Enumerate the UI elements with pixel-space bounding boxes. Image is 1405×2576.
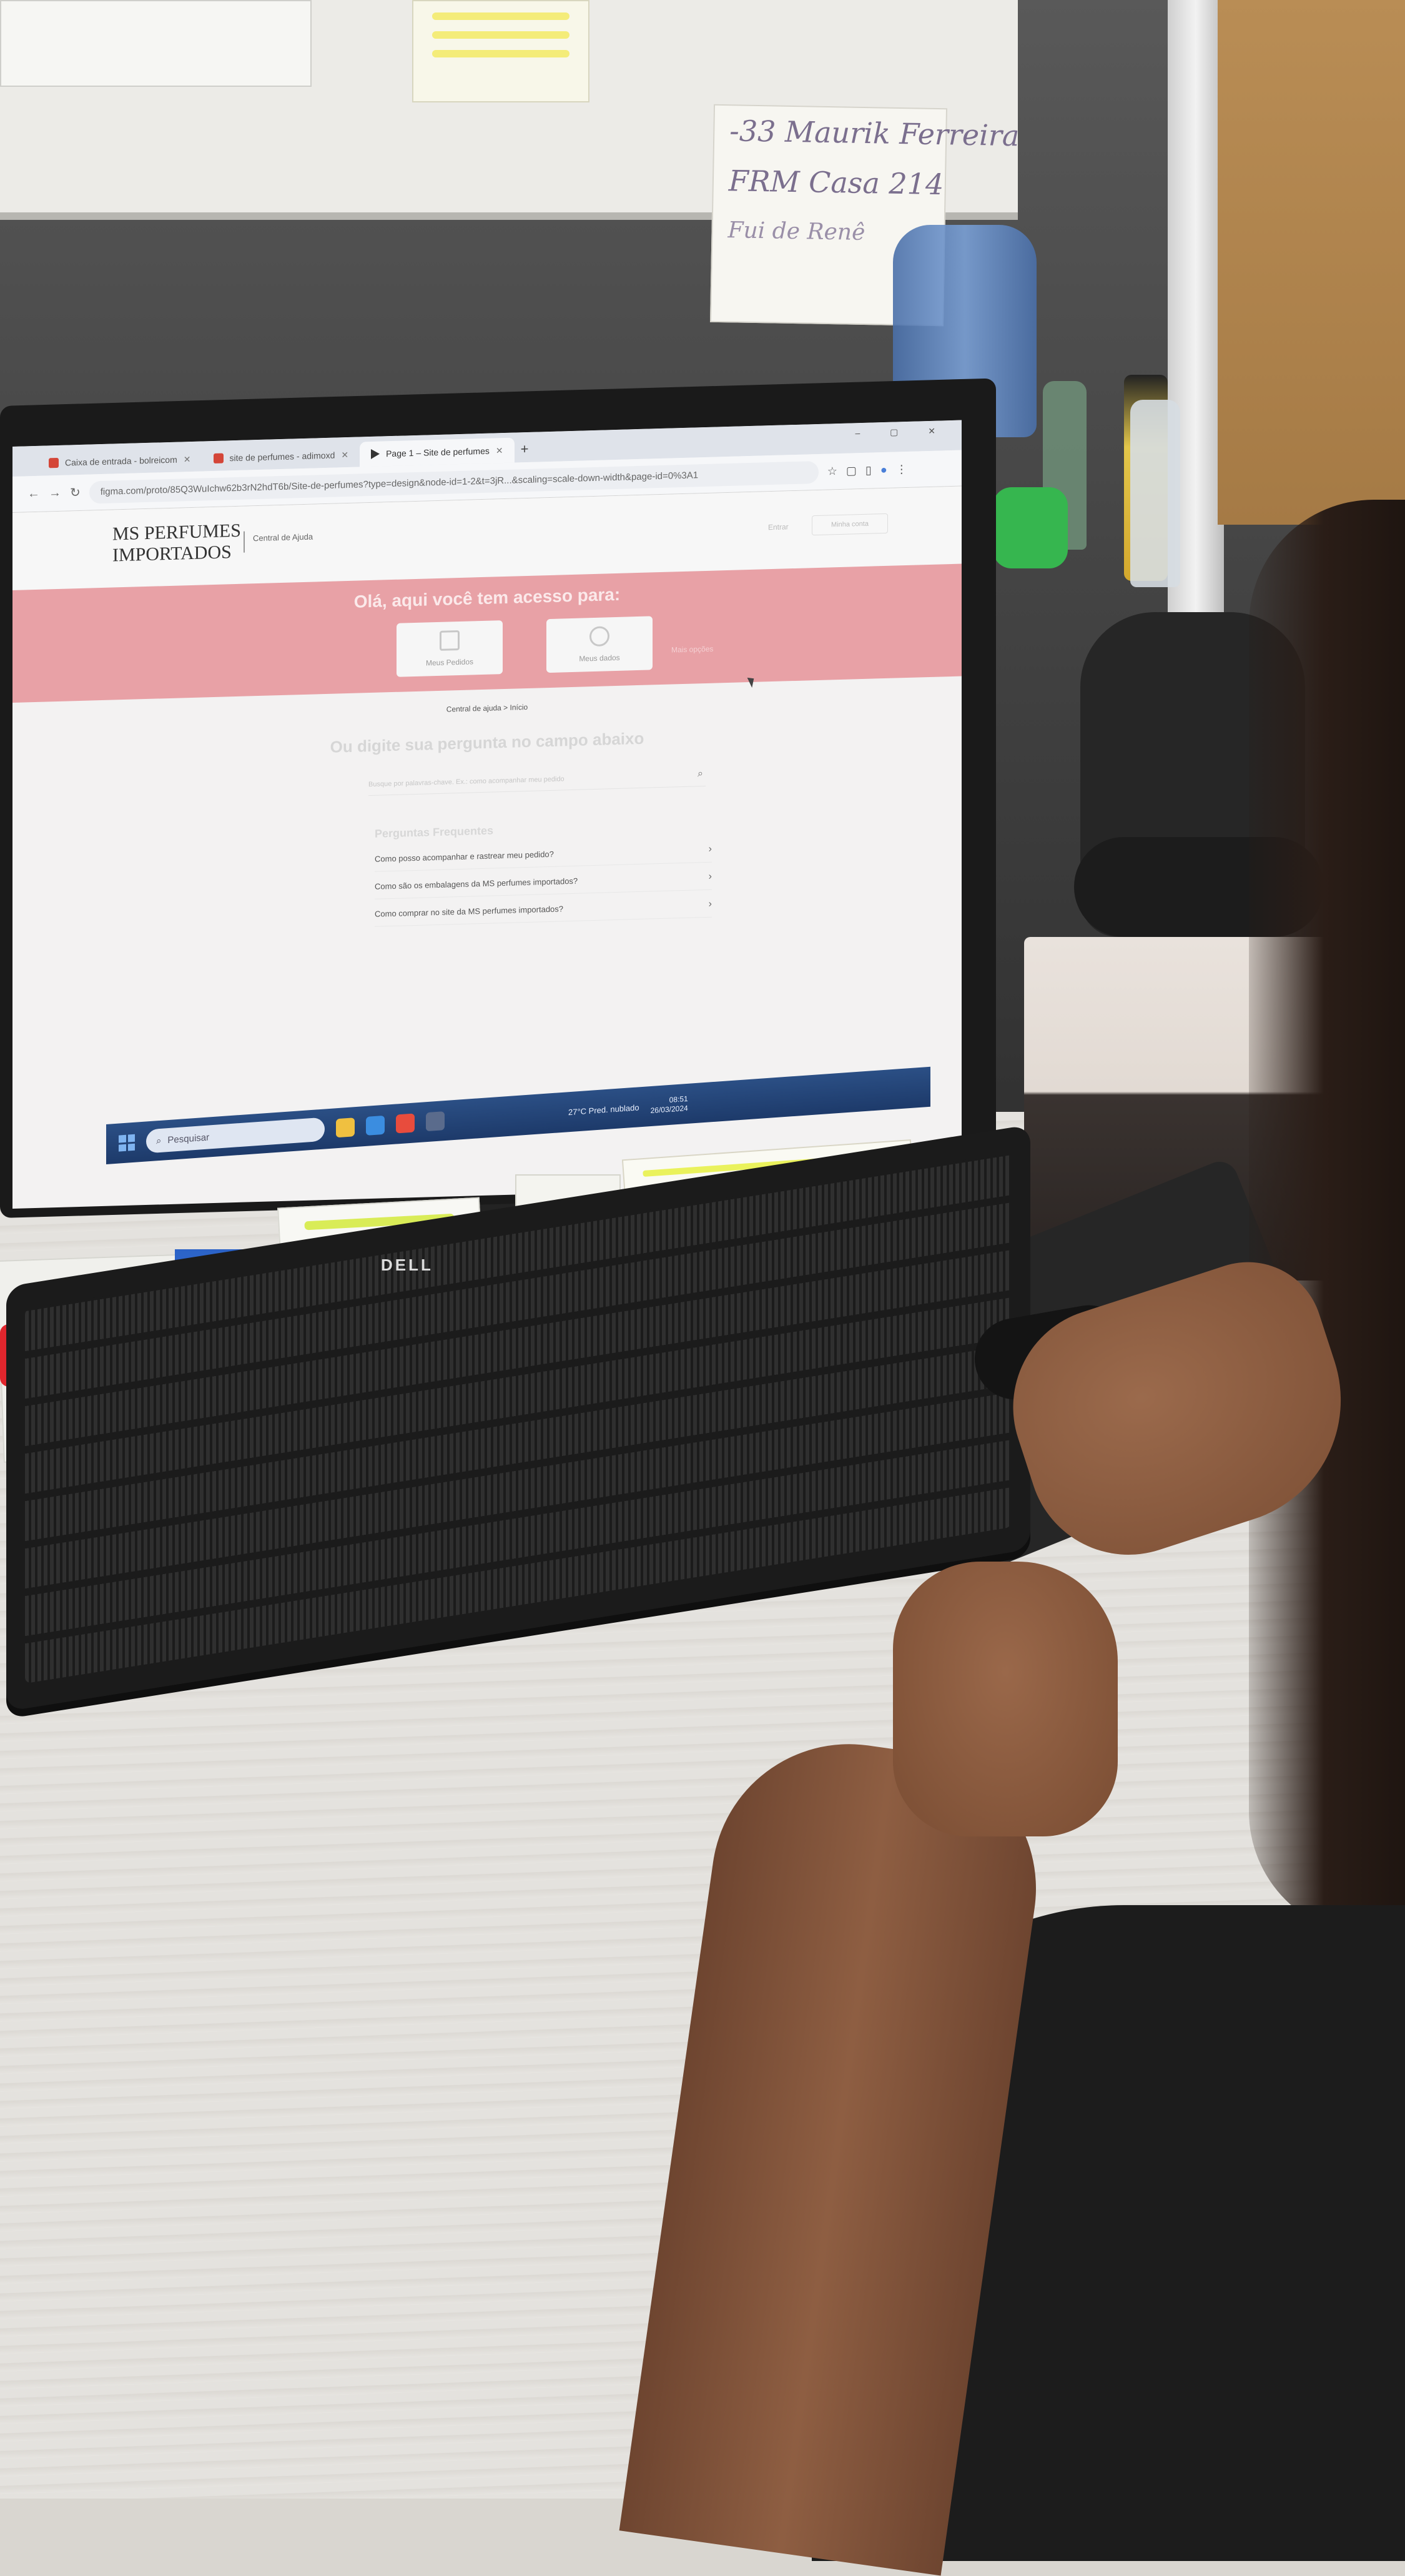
chrome-icon[interactable]: [396, 1113, 415, 1134]
search-heading: Ou digite sua pergunta no campo abaixo: [330, 728, 644, 756]
user-icon: [589, 626, 609, 647]
chevron-right-icon: ›: [708, 898, 712, 909]
tab-label: Caixa de entrada - bolreicom: [65, 454, 177, 468]
wall-note-line-1: -33 Maurik Ferreira: [729, 114, 1020, 153]
faq-question: Como são os embalagens da MS perfumes im…: [375, 876, 578, 891]
clock-date: 26/03/2024: [650, 1103, 688, 1116]
chevron-right-icon: ›: [708, 843, 712, 855]
hand-on-desk: [893, 1562, 1118, 1836]
weather-widget[interactable]: 27°C Pred. nublado: [568, 1102, 639, 1117]
card-label: Meus Pedidos: [425, 657, 474, 668]
app-icon[interactable]: [426, 1111, 445, 1132]
profile-icon[interactable]: ●: [880, 463, 887, 477]
gmail-icon: [49, 457, 59, 468]
star-icon[interactable]: ☆: [827, 465, 837, 478]
tab-label: Page 1 – Site de perfumes: [386, 445, 490, 459]
shopping-bag-icon: [440, 630, 460, 651]
account-button[interactable]: Minha conta: [812, 513, 888, 536]
faq-search-input[interactable]: Busque por palavras-chave. Ex.: como aco…: [368, 764, 706, 796]
card-label: Meus dados: [579, 653, 620, 663]
menu-icon[interactable]: ⋮: [896, 463, 907, 477]
plastic-bottle: [1130, 400, 1180, 587]
tab-site-perfumes-mail[interactable]: site de perfumes - adimoxd ✕: [202, 442, 360, 471]
whiteboard-paper: [0, 0, 312, 87]
help-center-link[interactable]: Central de Ajuda: [253, 532, 313, 543]
tab-figma-page[interactable]: Page 1 – Site de perfumes ✕: [360, 437, 515, 467]
search-icon: ⌕: [156, 1135, 162, 1146]
faq-question: Como comprar no site da MS perfumes impo…: [375, 903, 564, 919]
banner-faint-text: Mais opções: [671, 644, 714, 655]
wall-note-line-2: FRM Casa 214: [728, 164, 944, 202]
cardboard-box: [1218, 0, 1405, 525]
taskbar-search[interactable]: ⌕ Pesquisar: [146, 1117, 325, 1154]
login-link[interactable]: Entrar: [768, 522, 789, 532]
faq-title: Perguntas Frequentes: [375, 824, 494, 840]
taskbar-clock[interactable]: 08:51 26/03/2024: [651, 1094, 688, 1116]
back-icon[interactable]: ←: [27, 487, 40, 502]
edge-icon[interactable]: [366, 1115, 385, 1136]
close-icon[interactable]: ✕: [496, 445, 503, 456]
tab-label: site de perfumes - adimoxd: [229, 450, 335, 463]
logo-line-1: MS PERFUMES: [112, 520, 241, 545]
chevron-right-icon: ›: [708, 871, 712, 882]
new-tab-button[interactable]: +: [521, 441, 529, 457]
taskbar-search-label: Pesquisar: [167, 1131, 210, 1146]
figma-play-icon: [371, 448, 380, 459]
windows-start-icon[interactable]: [119, 1134, 135, 1152]
my-orders-card[interactable]: Meus Pedidos: [397, 620, 503, 677]
close-icon[interactable]: ✕: [184, 454, 191, 465]
green-bag: [993, 487, 1068, 568]
window-controls[interactable]: – ▢ ✕: [855, 425, 949, 438]
file-explorer-icon[interactable]: [336, 1117, 355, 1138]
logo-line-2: IMPORTADOS: [112, 542, 232, 566]
hair: [1249, 500, 1405, 1936]
extensions-icon[interactable]: ▢: [846, 464, 857, 477]
url-text: figma.com/proto/85Q3WuIchw62b3rN2hdT6b/S…: [100, 470, 699, 498]
reload-icon[interactable]: ↻: [70, 485, 81, 500]
logo-divider: [244, 531, 245, 553]
forward-icon[interactable]: →: [49, 486, 61, 501]
faq-question: Como posso acompanhar e rastrear meu ped…: [375, 849, 554, 864]
keyboard-brand-logo: DELL: [381, 1256, 433, 1274]
search-icon[interactable]: ⌕: [698, 768, 703, 780]
whiteboard-highlighted-note: [412, 0, 589, 102]
search-placeholder: Busque por palavras-chave. Ex.: como aco…: [368, 775, 564, 789]
sidepanel-icon[interactable]: ▯: [865, 464, 872, 477]
close-icon[interactable]: ✕: [341, 449, 348, 460]
gmail-icon: [213, 453, 224, 464]
site-logo[interactable]: MS PERFUMES IMPORTADOS: [112, 520, 241, 567]
my-data-card[interactable]: Meus dados: [546, 616, 653, 673]
